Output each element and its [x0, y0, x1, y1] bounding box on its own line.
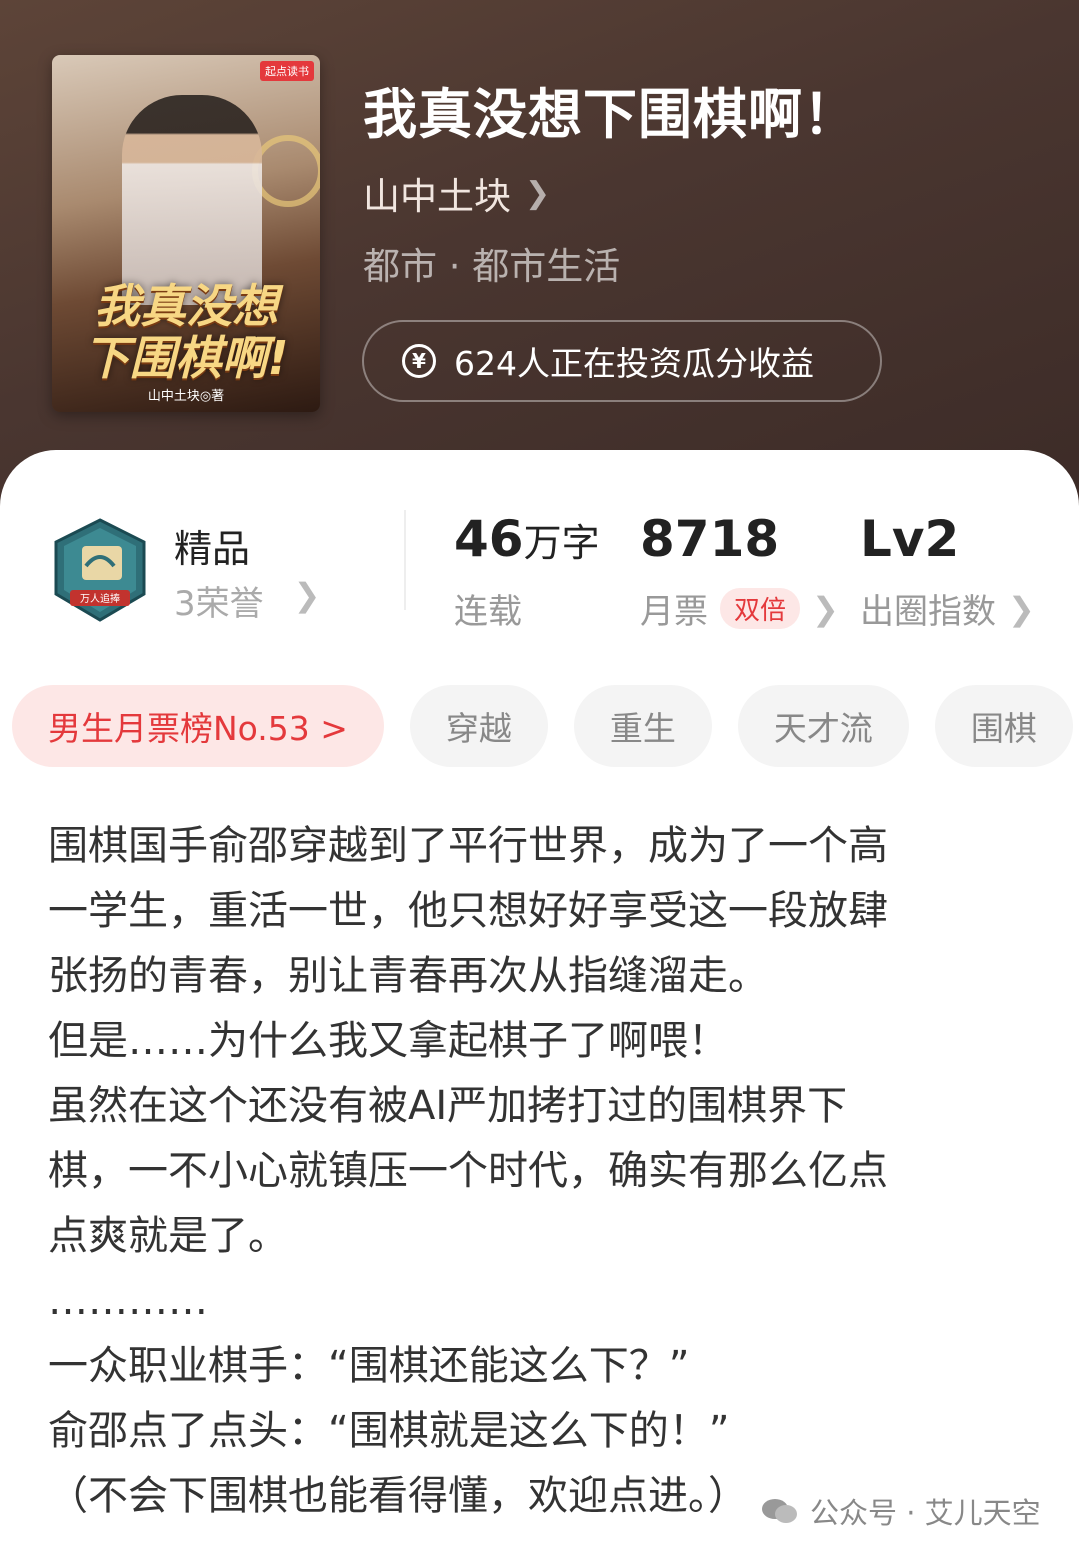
tag-item[interactable]: 穿越: [409, 685, 548, 767]
popularity-index-label: 出圈指数: [860, 592, 996, 632]
invest-label: 624人正在投资瓜分收益: [454, 344, 814, 383]
invest-button[interactable]: ¥ 624人正在投资瓜分收益: [362, 320, 882, 402]
double-badge: 双倍: [720, 588, 801, 629]
author-link[interactable]: 山中土块 ❯: [363, 166, 550, 220]
chevron-right-icon: ❯: [1008, 589, 1035, 628]
monthly-ticket-value: 8718: [640, 510, 780, 568]
author-name: 山中土块: [363, 175, 511, 218]
book-cover[interactable]: 起点读书 我真没想 下围棋啊! 山中土块◎著: [52, 55, 320, 412]
tag-item[interactable]: 天才流: [737, 685, 909, 767]
description-line: 张扬的青春，别让青春再次从指缝溜走。: [48, 953, 768, 999]
stats-divider: [404, 510, 406, 610]
rank-tag[interactable]: 男生月票榜No.53 >: [12, 685, 384, 767]
popularity-index-value: Lv2: [860, 510, 960, 568]
description-line: …………: [48, 1278, 208, 1324]
cover-publisher-badge: 起点读书: [260, 61, 314, 81]
word-count-stat: 46万字 连载: [454, 510, 600, 633]
description-line: 但是……为什么我又拿起棋子了啊喂！: [48, 1018, 728, 1064]
monthly-ticket-stat[interactable]: 8718 月票 双倍 ❯: [640, 510, 839, 633]
word-count-value: 46: [454, 510, 524, 568]
honor-title: 精品: [174, 527, 251, 571]
book-title: 我真没想下围棋啊！: [363, 82, 858, 146]
cover-author-art: 山中土块◎著: [147, 389, 225, 404]
description-line: 虽然在这个还没有被AI严加拷打过的围棋界下: [48, 1083, 848, 1129]
description-line: 围棋国手俞邵穿越到了平行世界，成为了一个高: [48, 823, 888, 869]
chevron-right-icon: ❯: [812, 589, 839, 628]
chevron-right-icon: ❯: [525, 175, 551, 211]
tag-list: 男生月票榜No.53 > 穿越 重生 天才流 围棋: [12, 685, 1073, 767]
description-line: 一众职业棋手：“围棋还能这么下？”: [48, 1343, 690, 1389]
honor-shield-icon[interactable]: 万人追捧: [52, 518, 148, 622]
description-line: 一学生，重活一世，他只想好好享受这一段放肆: [48, 888, 888, 934]
description-line: 点爽就是了。: [48, 1213, 288, 1259]
cover-title-art: 我真没想 下围棋啊!: [83, 279, 289, 385]
description-line: 俞邵点了点头：“围棋就是这么下的！”: [48, 1408, 730, 1454]
book-genre: 都市 · 都市生活: [363, 245, 621, 288]
honor-link[interactable]: 3荣誉 ❯: [174, 576, 320, 625]
watermark: 公众号 · 艾儿天空: [760, 1490, 1041, 1532]
yen-coin-icon: ¥: [402, 344, 436, 378]
honor-badge-text: 万人追捧: [80, 592, 120, 605]
book-description[interactable]: 围棋国手俞邵穿越到了平行世界，成为了一个高 一学生，重活一世，他只想好好享受这一…: [48, 814, 1038, 1529]
wechat-icon: [762, 1499, 797, 1523]
cover-halo-art: [252, 135, 320, 207]
chevron-right-icon: ❯: [293, 576, 321, 614]
honor-count: 3荣誉: [174, 584, 264, 624]
word-count-unit: 万字: [523, 521, 600, 565]
description-line: 棋，一不小心就镇压一个时代，确实有那么亿点: [48, 1148, 888, 1194]
monthly-ticket-label: 月票: [640, 592, 708, 632]
serial-status: 连载: [454, 592, 522, 632]
watermark-text: 公众号 · 艾儿天空: [810, 1496, 1041, 1530]
tag-item[interactable]: 围棋: [934, 685, 1073, 767]
popularity-index-stat[interactable]: Lv2 出圈指数 ❯: [860, 510, 1035, 633]
cover-character-art: [122, 95, 262, 305]
tag-item[interactable]: 重生: [573, 685, 712, 767]
